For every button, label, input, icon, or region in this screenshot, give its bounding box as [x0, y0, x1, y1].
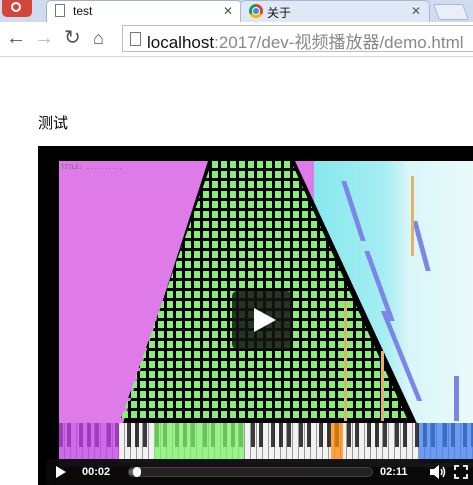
tab-strip: test ✕ 关于 ✕	[0, 0, 473, 22]
video-player[interactable]: TITLE: .......... 00:02 02:11	[38, 146, 473, 485]
reload-icon[interactable]: ↻	[64, 26, 81, 50]
video-key-highlight	[59, 423, 119, 463]
fullscreen-icon[interactable]	[454, 465, 468, 479]
home-icon[interactable]: ⌂	[93, 26, 104, 50]
url-text: localhost:2017/dev-视频播放器/demo.html	[147, 33, 464, 52]
chrome-icon	[249, 4, 263, 18]
page-info-icon[interactable]	[130, 32, 141, 46]
video-overlay-text: TITLE: ..........	[61, 164, 123, 171]
video-streak	[411, 176, 414, 256]
address-bar[interactable]: localhost:2017/dev-视频播放器/demo.html	[122, 25, 473, 52]
tab-title: test	[73, 4, 93, 18]
video-streak	[344, 301, 347, 421]
current-time: 00:02	[82, 466, 111, 478]
back-arrow-icon[interactable]: ←	[6, 26, 26, 50]
video-piano-black-keys	[59, 423, 473, 447]
duration: 02:11	[380, 466, 408, 478]
toolbar: ← → ↻ ⌂ localhost:2017/dev-视频播放器/demo.ht…	[0, 22, 473, 57]
big-play-button[interactable]	[232, 291, 292, 349]
tab-about[interactable]: 关于 ✕	[240, 0, 430, 22]
browser-logo-icon[interactable]	[2, 0, 32, 17]
page-icon	[55, 4, 65, 17]
tab-test[interactable]: test ✕	[46, 0, 242, 22]
close-icon[interactable]: ✕	[411, 4, 421, 18]
new-tab-button[interactable]	[433, 4, 469, 20]
page-heading: 测试	[38, 115, 69, 132]
video-streak	[454, 376, 459, 421]
tab-title: 关于	[267, 6, 292, 20]
video-controls: 00:02 02:11	[46, 459, 473, 485]
forward-arrow-icon[interactable]: →	[34, 26, 54, 50]
video-streak	[381, 351, 384, 421]
seek-knob[interactable]	[132, 467, 141, 477]
seek-bar[interactable]	[128, 467, 373, 477]
play-icon[interactable]	[56, 466, 66, 478]
video-key-highlight	[331, 423, 343, 463]
volume-icon[interactable]	[430, 465, 446, 479]
video-key-highlight	[154, 423, 244, 463]
close-icon[interactable]: ✕	[223, 4, 233, 18]
video-key-highlight	[419, 423, 473, 463]
